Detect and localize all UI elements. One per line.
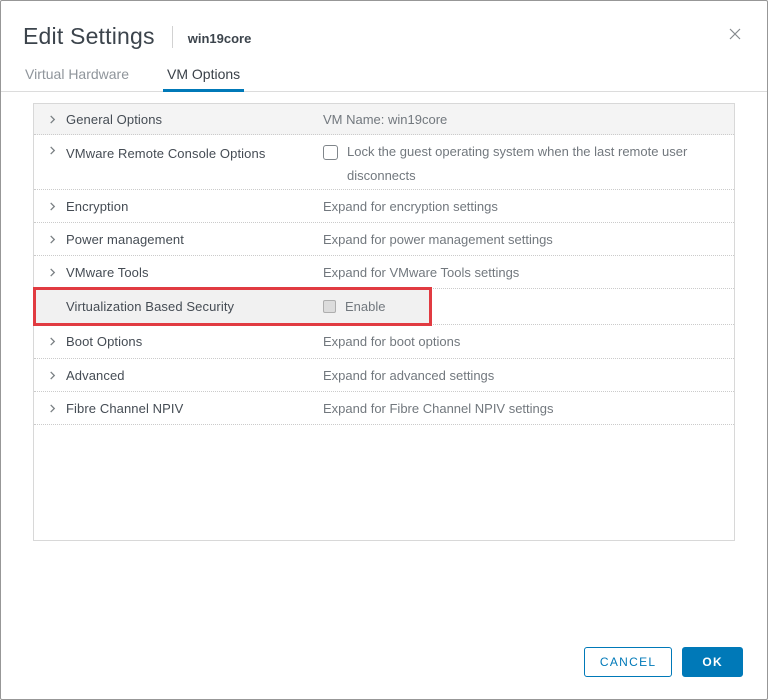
row-power-management[interactable]: Power management Expand for power manage…: [34, 223, 734, 256]
row-value: Expand for Fibre Channel NPIV settings: [323, 401, 734, 416]
row-label-cell: VMware Tools: [34, 265, 323, 280]
row-value: VM Name: win19core: [323, 112, 734, 127]
chevron-right-icon: [48, 146, 57, 155]
row-vmware-tools[interactable]: VMware Tools Expand for VMware Tools set…: [34, 256, 734, 289]
row-fibre-channel-npiv[interactable]: Fibre Channel NPIV Expand for Fibre Chan…: [34, 392, 734, 425]
close-icon[interactable]: [726, 25, 744, 43]
row-label: Virtualization Based Security: [66, 299, 234, 314]
ok-button[interactable]: OK: [682, 647, 743, 677]
vbs-enable-checkbox: [323, 300, 336, 313]
row-encryption[interactable]: Encryption Expand for encryption setting…: [34, 190, 734, 223]
row-value: Expand for encryption settings: [323, 199, 734, 214]
row-label: General Options: [66, 112, 162, 127]
row-label: Boot Options: [66, 334, 142, 349]
row-label: Advanced: [66, 368, 125, 383]
row-virtualization-based-security: Virtualization Based Security Enable: [34, 289, 734, 325]
row-general-options[interactable]: General Options VM Name: win19core: [34, 104, 734, 135]
row-value: Expand for power management settings: [323, 232, 734, 247]
row-label-cell: VMware Remote Console Options: [34, 143, 323, 161]
chevron-right-icon: [48, 268, 57, 277]
chevron-right-icon: [48, 337, 57, 346]
vm-options-table: General Options VM Name: win19core VMwar…: [33, 103, 735, 541]
row-value: Expand for boot options: [323, 334, 734, 349]
row-value-cell: Enable: [323, 299, 734, 314]
row-label: Encryption: [66, 199, 128, 214]
row-label: Fibre Channel NPIV: [66, 401, 183, 416]
edit-settings-dialog: Edit Settings win19core Virtual Hardware…: [0, 0, 768, 700]
row-label-cell: Power management: [34, 232, 323, 247]
row-label-cell: Fibre Channel NPIV: [34, 401, 323, 416]
row-value: Expand for VMware Tools settings: [323, 265, 734, 280]
row-label: VMware Tools: [66, 265, 149, 280]
row-vmware-remote-console-options[interactable]: VMware Remote Console Options Lock the g…: [34, 135, 734, 190]
row-label-cell: General Options: [34, 112, 323, 127]
cancel-button[interactable]: CANCEL: [584, 647, 672, 677]
vm-name: win19core: [188, 31, 252, 46]
dialog-header: Edit Settings win19core: [1, 1, 767, 50]
lock-guest-os-checkbox[interactable]: [323, 145, 338, 160]
chevron-right-icon: [48, 371, 57, 380]
dialog-footer: CANCEL OK: [584, 647, 743, 677]
row-label: VMware Remote Console Options: [66, 146, 265, 161]
tab-virtual-hardware[interactable]: Virtual Hardware: [23, 66, 131, 91]
checkbox-label: Enable: [345, 299, 385, 314]
row-label-cell: Encryption: [34, 199, 323, 214]
row-boot-options[interactable]: Boot Options Expand for boot options: [34, 325, 734, 359]
row-label: Power management: [66, 232, 184, 247]
chevron-right-icon: [48, 404, 57, 413]
dialog-title: Edit Settings: [23, 23, 155, 50]
row-advanced[interactable]: Advanced Expand for advanced settings: [34, 359, 734, 392]
tab-bar: Virtual Hardware VM Options: [1, 66, 767, 92]
row-value: Expand for advanced settings: [323, 368, 734, 383]
chevron-right-icon: [48, 202, 57, 211]
chevron-right-icon: [48, 235, 57, 244]
row-label-cell: Advanced: [34, 368, 323, 383]
tab-vm-options[interactable]: VM Options: [165, 66, 242, 91]
checkbox-label: Lock the guest operating system when the…: [347, 140, 692, 188]
row-label-cell: Boot Options: [34, 334, 323, 349]
row-value-cell: Lock the guest operating system when the…: [323, 143, 734, 188]
title-divider: [172, 26, 173, 48]
row-label-cell: Virtualization Based Security: [34, 299, 323, 314]
chevron-right-icon: [48, 115, 57, 124]
